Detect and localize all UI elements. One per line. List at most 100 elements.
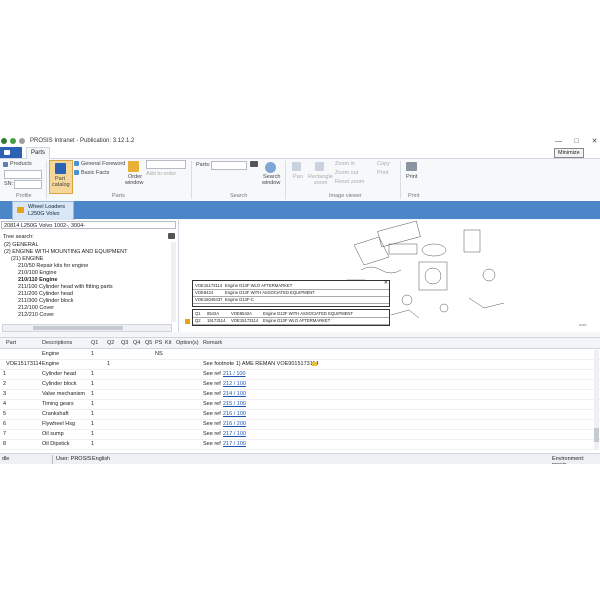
- col-descriptions[interactable]: Descriptions: [42, 340, 72, 346]
- close-button[interactable]: ✕: [590, 137, 599, 146]
- col-remark[interactable]: Remark: [203, 340, 222, 346]
- file-menu-button[interactable]: [0, 147, 22, 158]
- cell-part: VOE15173114: [6, 361, 42, 367]
- copy-button[interactable]: Copy: [377, 161, 390, 167]
- tree-item[interactable]: (21) ENGINE: [11, 256, 43, 262]
- search-window-label-2[interactable]: window: [262, 180, 280, 186]
- tab-parts[interactable]: Parts: [26, 147, 51, 159]
- col-options[interactable]: Option(s): [176, 340, 199, 346]
- back-icon[interactable]: [10, 138, 16, 144]
- print-small-button[interactable]: Print: [377, 170, 388, 176]
- ref-link[interactable]: 214 / 100: [223, 391, 246, 397]
- cell-q1: 1: [91, 391, 95, 397]
- popup-row[interactable]: VOE15049437 Engine D13F-C: [193, 297, 389, 304]
- machine-band: Wheel Loaders L250G Volvo: [0, 201, 600, 221]
- col-q5[interactable]: Q5: [145, 340, 152, 346]
- popup-marker-icon[interactable]: [185, 319, 190, 324]
- popup-row[interactable]: VOE8424 Engine D13F WITH ASSOCIATED EQUI…: [193, 290, 389, 297]
- cell-remark: See ref: [203, 401, 221, 407]
- model-select[interactable]: 20814 L250G Volvo 1002-, 3004-: [1, 221, 176, 229]
- order-combo[interactable]: [146, 160, 186, 169]
- popup-code: 8542A: [207, 311, 220, 316]
- separator: [191, 161, 192, 199]
- cell-q1: 1: [91, 431, 95, 437]
- rectangle-zoom-label-2[interactable]: zoom: [314, 180, 327, 186]
- print-group-label: Print: [408, 193, 420, 199]
- col-q3[interactable]: Q3: [121, 340, 128, 346]
- forward-icon[interactable]: [19, 138, 25, 144]
- popup-part: VOE8542A: [231, 311, 252, 316]
- status-environment: Environment: prosis: [552, 456, 585, 464]
- cell-num: 3: [3, 391, 7, 397]
- cell-num: 4: [3, 401, 7, 407]
- tree-item[interactable]: 210/50 Repair kits for engine: [18, 263, 88, 269]
- zoom-out-button[interactable]: Zoom out: [335, 170, 358, 176]
- maximize-button[interactable]: □: [572, 137, 581, 146]
- cell-remark: See ref: [203, 411, 221, 417]
- popup-desc: Engine D13F WLO AFTERMARKET: [225, 283, 293, 288]
- popup-row[interactable]: VOE15173114 Engine D13F WLO AFTERMARKET: [193, 283, 389, 290]
- basic-facts-button[interactable]: Basic Facts: [81, 170, 109, 176]
- tree-item[interactable]: 212/100 Cover: [18, 305, 54, 311]
- ref-link[interactable]: 216 / 200: [223, 421, 246, 427]
- parts-search-input[interactable]: [211, 161, 247, 170]
- products-input[interactable]: [4, 170, 42, 179]
- ref-link[interactable]: 212 / 100: [223, 381, 246, 387]
- ref-link[interactable]: 217 / 100: [223, 441, 246, 447]
- col-q4[interactable]: Q4: [133, 340, 140, 346]
- parts-label: Parts:: [196, 162, 211, 168]
- ref-link[interactable]: 217 / 100: [223, 431, 246, 437]
- add-to-order-button[interactable]: Add to order: [146, 171, 176, 177]
- ref-link[interactable]: 211 / 100: [223, 371, 246, 377]
- popup-row[interactable]: Q1 8542A VOE8542A Engine D13F WITH ASSOC…: [193, 311, 389, 318]
- machine-card[interactable]: Wheel Loaders L250G Volvo: [12, 201, 74, 221]
- binoculars-icon[interactable]: [250, 161, 258, 167]
- tree-item-selected[interactable]: 210/110 Engine: [18, 277, 57, 283]
- tree-item[interactable]: 212/210 Cover: [18, 312, 54, 318]
- pan-button[interactable]: Pan: [293, 174, 303, 180]
- cell-q2: 1: [107, 361, 111, 367]
- tree-vscroll[interactable]: [171, 242, 176, 322]
- ref-link[interactable]: 216 / 100: [223, 411, 246, 417]
- popup-desc: Engine D13F WITH ASSOCIATED EQUIPMENT: [263, 311, 353, 316]
- zoom-in-button[interactable]: Zoom in: [335, 161, 355, 167]
- products-dropdown[interactable]: Products: [10, 161, 32, 167]
- tree-item[interactable]: (2) ENGINE WITH MOUNTING AND EQUIPMENT: [4, 249, 127, 255]
- table-row[interactable]: 8 Oil Dipstick 1 See ref 217 / 100: [0, 439, 600, 450]
- cell-q1: 1: [91, 411, 95, 417]
- col-q1[interactable]: Q1: [91, 340, 98, 346]
- cell-num: 1: [3, 371, 7, 377]
- popup-row[interactable]: Q2 15173114 VOE15173114 Engine D13F WLO …: [193, 318, 389, 325]
- tree-item[interactable]: 211/200 Cylinder head: [18, 291, 73, 297]
- tree-item[interactable]: 211/300 Cylinder block: [18, 298, 74, 304]
- tree-hscroll[interactable]: [2, 324, 172, 332]
- general-foreword-button[interactable]: General Foreword: [81, 161, 125, 167]
- variant-popup: ✕ VOE15173114 Engine D13F WLO AFTERMARKE…: [192, 280, 390, 307]
- minimize-button[interactable]: —: [554, 137, 563, 146]
- separator: [52, 455, 53, 464]
- window-title: PROSIS Intranet - Publication: 3.12.1.2: [30, 138, 135, 144]
- col-ps[interactable]: PS: [155, 340, 162, 346]
- part-catalog-button[interactable]: Part catalog: [49, 160, 73, 194]
- hscroll-thumb[interactable]: [33, 326, 123, 330]
- search-window-icon: [265, 162, 276, 173]
- order-window-label-2[interactable]: window: [125, 180, 143, 186]
- col-part[interactable]: Part: [6, 340, 16, 346]
- cell-q1: 1: [91, 441, 95, 447]
- print-button[interactable]: Print: [406, 174, 417, 180]
- cell-num: 7: [3, 431, 7, 437]
- sn-input[interactable]: [14, 180, 42, 189]
- ref-link[interactable]: 215 / 100: [223, 401, 246, 407]
- grid-vscroll[interactable]: [594, 350, 599, 450]
- title-bar: PROSIS Intranet - Publication: 3.12.1.2 …: [0, 136, 600, 147]
- tree-item[interactable]: (2) GENERAL: [4, 242, 39, 248]
- note-icon[interactable]: [312, 362, 317, 366]
- reset-zoom-button[interactable]: Reset zoom: [335, 179, 364, 185]
- cell-num: 8: [3, 441, 7, 447]
- col-kit[interactable]: Kit: [165, 340, 171, 346]
- tree-search-icon[interactable]: [168, 233, 175, 239]
- tree-item[interactable]: 210/100 Engine: [18, 270, 57, 276]
- grid-vscroll-thumb[interactable]: [594, 428, 599, 442]
- col-q2[interactable]: Q2: [107, 340, 114, 346]
- tree-item[interactable]: 211/100 Cylinder head with fitting parts: [18, 284, 113, 290]
